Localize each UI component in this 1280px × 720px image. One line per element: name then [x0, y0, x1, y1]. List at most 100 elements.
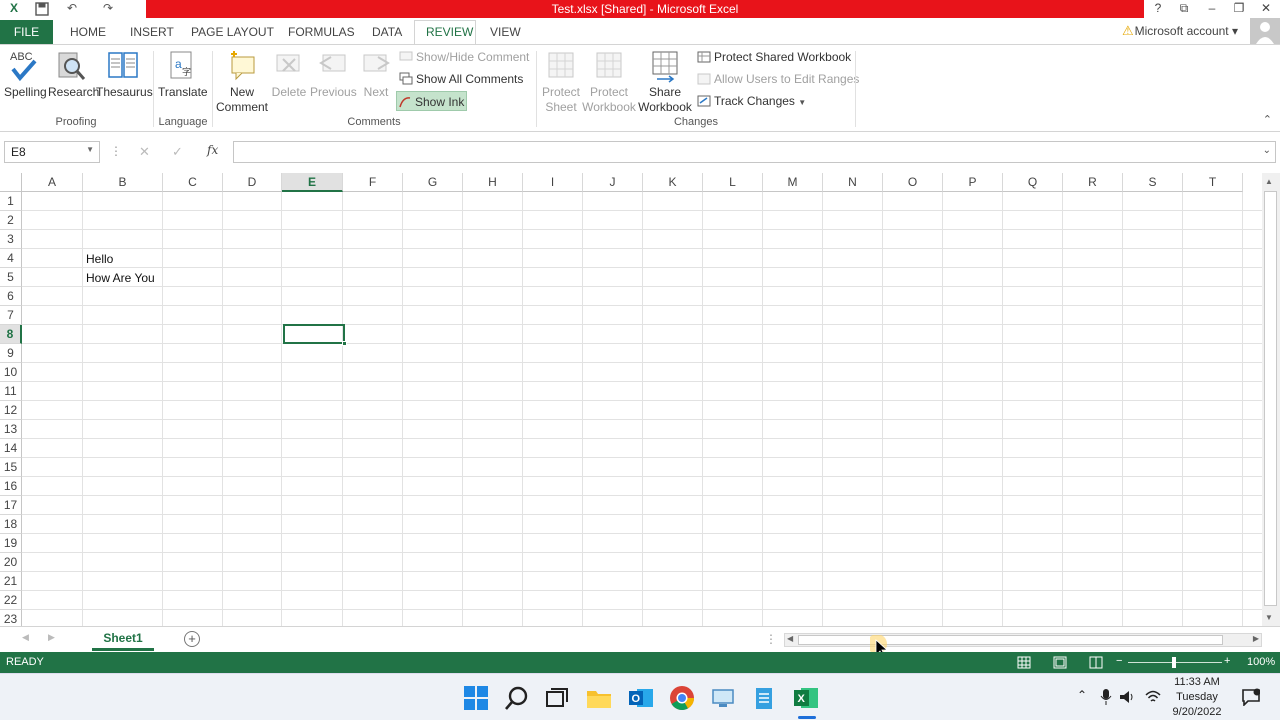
collapse-ribbon-icon[interactable]: ⌃ [1263, 113, 1272, 126]
row-header-13[interactable]: 13 [0, 420, 22, 439]
save-icon[interactable] [32, 0, 52, 18]
horizontal-scroll-thumb[interactable] [798, 635, 1223, 645]
insert-function-icon[interactable]: fx [207, 143, 218, 157]
previous-comment-button[interactable]: Previous [310, 49, 357, 100]
notification-icon[interactable] [1242, 688, 1260, 706]
research-button[interactable]: Research [48, 49, 99, 100]
row-header-11[interactable]: 11 [0, 382, 22, 401]
row-header-2[interactable]: 2 [0, 211, 22, 230]
selected-cell[interactable] [283, 324, 347, 346]
normal-view-icon[interactable] [1017, 656, 1031, 669]
tab-home[interactable]: HOME [70, 25, 106, 39]
row-header-15[interactable]: 15 [0, 458, 22, 477]
account-menu[interactable]: Microsoft account ▾ [1135, 24, 1238, 38]
file-explorer-icon[interactable] [586, 685, 612, 711]
scroll-left-icon[interactable]: ◀ [787, 634, 793, 643]
wifi-icon[interactable] [1145, 689, 1161, 705]
row-header-1[interactable]: 1 [0, 192, 22, 211]
fill-handle[interactable] [342, 341, 347, 346]
row-header-8[interactable]: 8 [0, 325, 22, 344]
protect-shared-workbook-button[interactable]: Protect Shared Workbook [696, 47, 851, 67]
column-header-f[interactable]: F [343, 173, 403, 192]
tab-file[interactable]: FILE [0, 20, 53, 44]
row-header-22[interactable]: 22 [0, 591, 22, 610]
row-header-14[interactable]: 14 [0, 439, 22, 458]
column-header-m[interactable]: M [763, 173, 823, 192]
column-header-e[interactable]: E [282, 173, 343, 192]
column-header-o[interactable]: O [883, 173, 943, 192]
help-icon[interactable]: ? [1144, 0, 1172, 18]
show-ink-button[interactable]: Show Ink [396, 91, 467, 111]
row-header-18[interactable]: 18 [0, 515, 22, 534]
column-header-d[interactable]: D [223, 173, 282, 192]
row-header-19[interactable]: 19 [0, 534, 22, 553]
task-view-icon[interactable] [544, 685, 570, 711]
add-sheet-icon[interactable]: + [184, 631, 200, 647]
scroll-right-icon[interactable]: ▶ [1253, 634, 1259, 643]
thesaurus-button[interactable]: Thesaurus [96, 49, 153, 100]
name-box[interactable]: E8 ▼ [4, 141, 100, 163]
column-header-h[interactable]: H [463, 173, 523, 192]
column-header-j[interactable]: J [583, 173, 643, 192]
translate-button[interactable]: a 字 Translate [158, 49, 208, 100]
column-header-l[interactable]: L [703, 173, 763, 192]
next-sheet-icon[interactable]: ▶ [48, 632, 55, 643]
row-header-10[interactable]: 10 [0, 363, 22, 382]
row-header-6[interactable]: 6 [0, 287, 22, 306]
tray-overflow-icon[interactable]: ⌃ [1077, 688, 1087, 702]
ribbon-display-icon[interactable]: ⧉ [1170, 0, 1198, 18]
tab-view[interactable]: VIEW [490, 25, 521, 39]
tab-formulas[interactable]: FORMULAS [288, 25, 355, 39]
track-changes-button[interactable]: Track Changes ▼ [696, 91, 806, 111]
row-header-20[interactable]: 20 [0, 553, 22, 572]
close-icon[interactable]: ✕ [1252, 0, 1280, 18]
show-hide-comment-button[interactable]: Show/Hide Comment [398, 47, 529, 67]
new-comment-button[interactable]: New Comment [216, 49, 268, 115]
formula-input[interactable]: ⌄ [233, 141, 1276, 163]
avatar[interactable] [1250, 18, 1280, 44]
tab-data[interactable]: DATA [372, 25, 402, 39]
page-break-view-icon[interactable] [1089, 656, 1103, 669]
zoom-out-icon[interactable]: − [1116, 655, 1122, 667]
split-handle-icon[interactable]: ⋮ [765, 632, 777, 646]
spelling-button[interactable]: ABC Spelling [4, 49, 47, 100]
row-header-3[interactable]: 3 [0, 230, 22, 249]
column-header-a[interactable]: A [22, 173, 83, 192]
delete-comment-button[interactable]: Delete [270, 49, 308, 100]
worksheet-grid[interactable]: ABCDEFGHIJKLMNOPQRST 1 2 3 4 5 6 7 8 9 10 11 12 13 14… [0, 173, 1262, 626]
sheet-tab-sheet1[interactable]: Sheet1 [92, 627, 154, 651]
search-icon[interactable] [504, 685, 530, 711]
vertical-scrollbar[interactable]: ▲ ▼ [1262, 173, 1280, 626]
outlook-icon[interactable]: O [628, 685, 654, 711]
scroll-up-icon[interactable]: ▲ [1265, 177, 1273, 186]
windows-start-icon[interactable] [463, 685, 489, 711]
row-header-21[interactable]: 21 [0, 572, 22, 591]
show-all-comments-button[interactable]: Show All Comments [398, 69, 523, 89]
zoom-level[interactable]: 100% [1247, 656, 1275, 668]
column-header-k[interactable]: K [643, 173, 703, 192]
cancel-icon[interactable]: ✕ [139, 144, 150, 160]
column-header-s[interactable]: S [1123, 173, 1183, 192]
protect-sheet-button[interactable]: Protect Sheet [540, 49, 582, 115]
cell-b4[interactable]: Hello [83, 250, 163, 269]
tab-page-layout[interactable]: PAGE LAYOUT [191, 25, 274, 39]
row-header-17[interactable]: 17 [0, 496, 22, 515]
notepad-icon[interactable] [751, 685, 777, 711]
column-header-n[interactable]: N [823, 173, 883, 192]
column-header-t[interactable]: T [1183, 173, 1243, 192]
column-header-i[interactable]: I [523, 173, 583, 192]
column-header-p[interactable]: P [943, 173, 1003, 192]
column-header-b[interactable]: B [83, 173, 163, 192]
tab-insert[interactable]: INSERT [130, 25, 174, 39]
volume-icon[interactable] [1119, 689, 1135, 705]
undo-icon[interactable]: ↶ [62, 0, 82, 18]
restore-icon[interactable]: ❐ [1225, 0, 1253, 18]
row-header-12[interactable]: 12 [0, 401, 22, 420]
column-header-c[interactable]: C [163, 173, 223, 192]
column-header-r[interactable]: R [1063, 173, 1123, 192]
horizontal-scrollbar[interactable]: ◀ ▶ [784, 633, 1262, 647]
row-header-4[interactable]: 4 [0, 249, 22, 268]
select-all-corner[interactable] [0, 173, 22, 192]
chevron-down-icon[interactable]: ▼ [86, 145, 94, 154]
clock[interactable]: 11:33 AM Tuesday 9/20/2022 [1168, 675, 1226, 720]
